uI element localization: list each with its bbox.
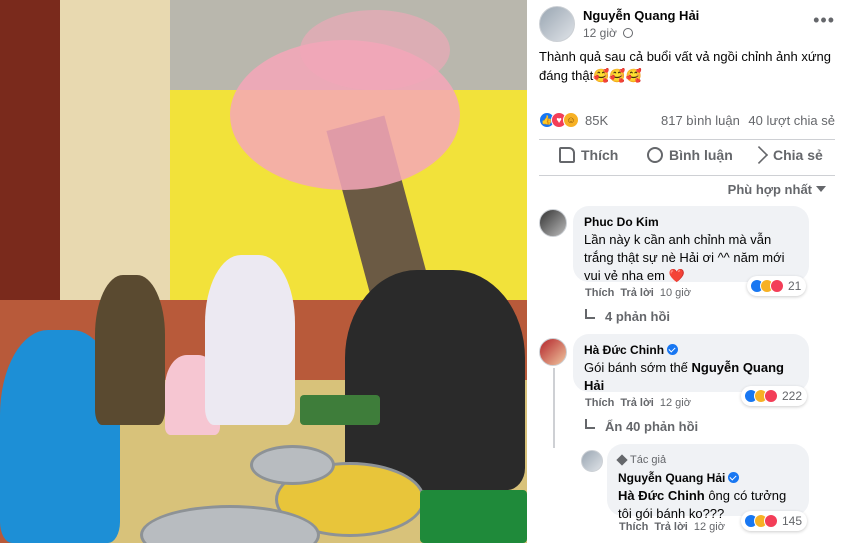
thread-line xyxy=(553,368,555,448)
author-avatar[interactable] xyxy=(539,6,575,42)
photo-door xyxy=(0,0,60,300)
reply-author-name[interactable]: Nguyễn Quang Hải xyxy=(618,471,725,485)
comment-bubble: Hà Đức Chinh Gói bánh sớm thế Nguyễn Qua… xyxy=(573,334,809,393)
post-photo[interactable] xyxy=(0,0,527,543)
share-label: Chia sẻ xyxy=(773,147,823,163)
post-sidebar: Nguyễn Quang Hải 12 giờ ••• Thành quả sa… xyxy=(527,0,842,543)
comment-like-link[interactable]: Thích xyxy=(585,287,614,299)
reactions-count[interactable]: 85K xyxy=(585,113,608,128)
love-reaction-icon xyxy=(770,279,784,293)
comment-reply-link[interactable]: Trả lời xyxy=(620,287,654,299)
replies-count-label: Ẩn 40 phản hồi xyxy=(605,419,699,434)
reply-arrow-icon xyxy=(585,308,595,319)
comment-icon xyxy=(647,147,663,163)
comment-reply-link[interactable]: Trả lời xyxy=(620,397,654,409)
reply-meta: Thích Trả lời 12 giờ xyxy=(619,521,725,533)
reply-reply-link[interactable]: Trả lời xyxy=(654,521,688,533)
post-time-text[interactable]: 12 giờ xyxy=(583,26,617,40)
like-icon xyxy=(559,147,575,163)
commenter-name[interactable]: Phuc Do Kim xyxy=(584,213,798,231)
post-time[interactable]: 12 giờ xyxy=(583,26,634,40)
comment-label: Bình luận xyxy=(669,147,733,163)
sort-label: Phù hợp nhất xyxy=(727,182,812,197)
pen-icon xyxy=(616,454,628,466)
reply-avatar[interactable] xyxy=(581,450,603,472)
care-reaction-icon: ☺ xyxy=(563,112,579,128)
comments-count[interactable]: 817 bình luận xyxy=(661,113,740,128)
sort-dropdown[interactable]: Phù hợp nhất xyxy=(728,182,826,197)
photo-banh-chung xyxy=(300,395,380,425)
love-reaction-icon xyxy=(764,514,778,528)
photo-blossoms-top xyxy=(300,10,450,90)
comment-reactions[interactable]: 222 xyxy=(741,386,808,406)
more-icon[interactable]: ••• xyxy=(813,10,835,31)
divider xyxy=(539,139,835,140)
author-tag-label: Tác giả xyxy=(630,454,667,466)
love-reaction-icon xyxy=(764,389,778,403)
verified-icon xyxy=(728,472,740,483)
comment-reactions-count: 21 xyxy=(788,279,802,293)
chevron-down-icon xyxy=(816,186,826,192)
post-actions: Thích Bình luận Chia sẻ xyxy=(539,143,835,173)
reply-reactions[interactable]: 145 xyxy=(741,511,808,531)
like-button[interactable]: Thích xyxy=(559,147,618,163)
photo-person-jersey xyxy=(205,255,295,425)
reply-bubble: Tác giả Nguyễn Quang Hải Hà Đức Chinh ôn… xyxy=(607,444,809,521)
commenter-avatar[interactable] xyxy=(539,338,567,366)
commenter-name[interactable]: Hà Đức Chinh xyxy=(584,343,664,357)
shares-count[interactable]: 40 lượt chia sẻ xyxy=(748,113,835,128)
post-stats: 👍 ♥ ☺ 85K 817 bình luận 40 lượt chia sẻ xyxy=(539,110,835,132)
view-replies-link[interactable]: 4 phản hồi xyxy=(585,308,670,324)
hide-replies-link[interactable]: Ẩn 40 phản hồi xyxy=(585,418,699,434)
reply-mention[interactable]: Hà Đức Chinh xyxy=(618,488,705,503)
comment-like-link[interactable]: Thích xyxy=(585,397,614,409)
comment-reactions-count: 222 xyxy=(782,389,803,403)
verified-icon xyxy=(667,344,679,355)
reply-time[interactable]: 12 giờ xyxy=(694,521,725,533)
reply-like-link[interactable]: Thích xyxy=(619,521,648,533)
photo-basin-small xyxy=(250,445,335,485)
share-button[interactable]: Chia sẻ xyxy=(749,145,823,165)
comment-bubble: Phuc Do Kim Lần này k cần anh chỉnh mà v… xyxy=(573,206,809,283)
commenter-avatar[interactable] xyxy=(539,209,567,237)
comment-meta: Thích Trả lời 12 giờ xyxy=(585,397,691,409)
author-name[interactable]: Nguyễn Quang Hải xyxy=(583,8,699,23)
reply-arrow-icon xyxy=(585,418,595,429)
divider xyxy=(539,175,835,176)
photo-person-black xyxy=(345,270,525,490)
globe-icon xyxy=(623,28,634,38)
comment-reactions[interactable]: 21 xyxy=(747,276,807,296)
comment-meta: Thích Trả lời 10 giờ xyxy=(585,287,691,299)
photo-leaves xyxy=(420,490,527,543)
comment-time[interactable]: 12 giờ xyxy=(660,397,691,409)
reply-name-wrap: Nguyễn Quang Hải xyxy=(618,469,798,487)
comment-button[interactable]: Bình luận xyxy=(647,147,733,163)
like-label: Thích xyxy=(581,147,619,163)
post-caption: Thành quả sau cả buổi vất vả ngồi chỉnh … xyxy=(539,49,832,83)
commenter-name-wrap: Hà Đức Chinh xyxy=(584,341,798,359)
author-tag: Tác giả xyxy=(616,451,798,469)
comment-time[interactable]: 10 giờ xyxy=(660,287,691,299)
share-icon xyxy=(749,145,769,165)
reply-reactions-count: 145 xyxy=(782,514,803,528)
post-header: Nguyễn Quang Hải 12 giờ ••• xyxy=(539,6,839,42)
replies-count-label: 4 phản hồi xyxy=(605,309,670,324)
photo-person-woman xyxy=(95,275,165,425)
comment-text-prefix: Gói bánh sớm thế xyxy=(584,360,692,375)
